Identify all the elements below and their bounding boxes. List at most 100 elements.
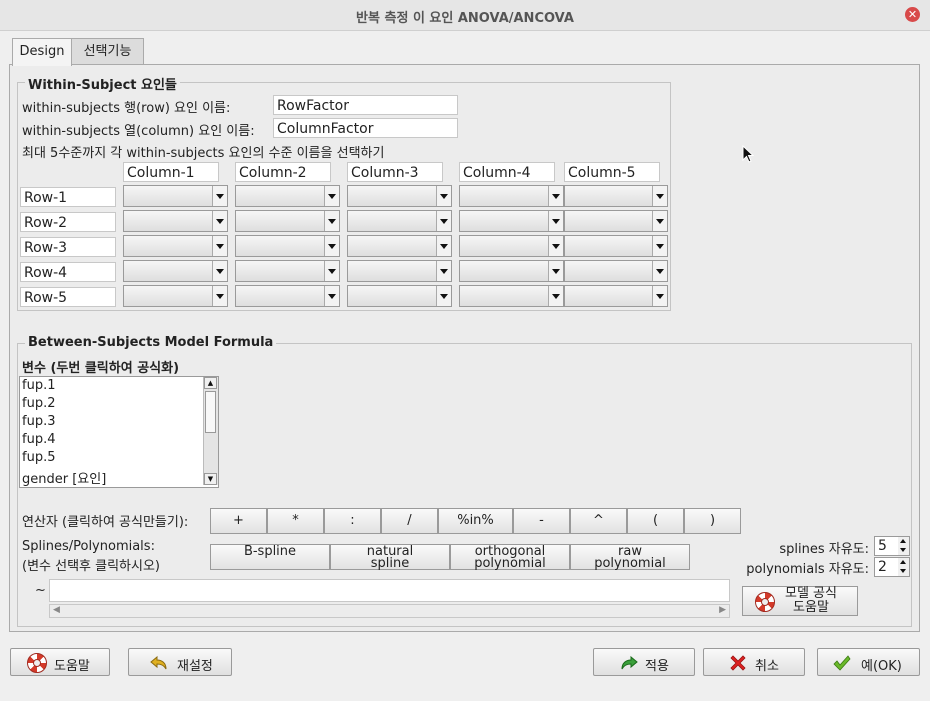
levels-label: 최대 5수준까지 각 within-subjects 요인의 수준 이름을 선택… xyxy=(22,146,385,161)
list-item[interactable]: gender [요인] xyxy=(22,468,106,487)
list-item[interactable]: fup.5 xyxy=(22,450,55,465)
level-combo[interactable] xyxy=(235,285,340,307)
variables-label: 변수 (두번 클릭하여 공식화) xyxy=(22,361,180,376)
list-item[interactable]: fup.2 xyxy=(22,396,55,411)
operator-colon-button[interactable]: : xyxy=(324,508,381,534)
level-combo[interactable] xyxy=(123,235,228,257)
level-combo[interactable] xyxy=(347,235,452,257)
level-combo[interactable] xyxy=(235,185,340,207)
column-factor-input[interactable]: ColumnFactor xyxy=(273,118,458,138)
tab-design[interactable]: Design xyxy=(12,38,72,66)
level-combo[interactable] xyxy=(123,260,228,282)
between-subject-title: Between-Subjects Model Formula xyxy=(25,335,277,350)
close-icon[interactable]: ✕ xyxy=(905,7,920,22)
operator-times-button[interactable]: * xyxy=(267,508,324,534)
level-combo[interactable] xyxy=(459,210,564,232)
raw-polynomial-button[interactable]: raw polynomial xyxy=(570,544,690,570)
level-combo[interactable] xyxy=(459,185,564,207)
splines-df-spinbox[interactable]: 5 xyxy=(874,536,910,556)
row-level-5-input[interactable]: Row-5 xyxy=(20,287,116,307)
operator-slash-button[interactable]: / xyxy=(381,508,438,534)
cancel-button[interactable]: 취소 xyxy=(703,648,805,676)
row-level-3-input[interactable]: Row-3 xyxy=(20,237,116,257)
level-combo[interactable] xyxy=(564,210,668,232)
level-combo[interactable] xyxy=(459,285,564,307)
operator-power-button[interactable]: ^ xyxy=(570,508,627,534)
row-level-4-input[interactable]: Row-4 xyxy=(20,262,116,282)
ok-button[interactable]: 예(OK) xyxy=(817,648,920,676)
chevron-down-icon xyxy=(212,236,227,256)
tab-options[interactable]: 선택기능 xyxy=(71,38,144,65)
row-level-2-input[interactable]: Row-2 xyxy=(20,212,116,232)
b-spline-button[interactable]: B-spline xyxy=(210,544,330,570)
help-button[interactable]: 도움말 xyxy=(10,648,110,676)
level-combo[interactable] xyxy=(564,235,668,257)
operator-lparen-button[interactable]: ( xyxy=(627,508,684,534)
chevron-down-icon xyxy=(436,261,451,281)
apply-button-label: 적용 xyxy=(645,659,669,674)
operator-in-button[interactable]: %in% xyxy=(438,508,513,534)
formula-hscrollbar[interactable]: ◀ ▶ xyxy=(49,604,730,618)
level-combo[interactable] xyxy=(564,260,668,282)
level-combo[interactable] xyxy=(123,210,228,232)
chevron-down-icon xyxy=(436,186,451,206)
column-level-5-input[interactable]: Column-5 xyxy=(564,162,660,182)
spin-down-icon[interactable] xyxy=(898,567,909,576)
b-spline-label: B-spline xyxy=(243,544,297,559)
chevron-down-icon xyxy=(324,286,339,306)
apply-button[interactable]: 적용 xyxy=(593,648,695,676)
level-combo[interactable] xyxy=(459,235,564,257)
reset-button-label: 재설정 xyxy=(177,659,213,674)
raw-polynomial-label-2: polynomial xyxy=(594,556,666,571)
level-combo[interactable] xyxy=(235,210,340,232)
spin-down-icon[interactable] xyxy=(898,546,909,555)
window-title: 반복 측정 이 요인 ANOVA/ANCOVA xyxy=(356,11,574,26)
list-item[interactable]: fup.4 xyxy=(22,432,55,447)
poly-df-spinbox[interactable]: 2 xyxy=(874,557,910,577)
level-combo[interactable] xyxy=(347,185,452,207)
operator-minus-button[interactable]: - xyxy=(513,508,570,534)
level-combo[interactable] xyxy=(235,260,340,282)
scroll-down-icon[interactable]: ▼ xyxy=(204,473,217,485)
chevron-down-icon xyxy=(652,261,667,281)
scrollbar-thumb[interactable] xyxy=(205,391,216,433)
level-combo[interactable] xyxy=(347,210,452,232)
ok-button-label: 예(OK) xyxy=(861,659,902,674)
level-combo[interactable] xyxy=(347,260,452,282)
column-level-2-input[interactable]: Column-2 xyxy=(235,162,331,182)
formula-input[interactable] xyxy=(49,579,730,602)
formula-help-button[interactable]: 모델 공식 도움말 xyxy=(742,586,858,616)
column-level-1-input[interactable]: Column-1 xyxy=(123,162,219,182)
poly-df-label: polynomials 자유도: xyxy=(746,562,869,577)
chevron-down-icon xyxy=(436,211,451,231)
level-combo[interactable] xyxy=(564,285,668,307)
chevron-down-icon xyxy=(324,236,339,256)
splines-label: Splines/Polynomials: xyxy=(22,539,155,554)
scroll-up-icon[interactable]: ▲ xyxy=(204,377,217,389)
chevron-down-icon xyxy=(548,236,563,256)
scroll-right-icon[interactable]: ▶ xyxy=(719,605,726,615)
operator-plus-button[interactable]: + xyxy=(210,508,267,534)
row-level-1-input[interactable]: Row-1 xyxy=(20,187,116,207)
list-item[interactable]: fup.1 xyxy=(22,378,55,393)
natural-spline-button[interactable]: natural spline xyxy=(330,544,450,570)
row-factor-input[interactable]: RowFactor xyxy=(273,95,458,115)
level-combo[interactable] xyxy=(347,285,452,307)
spin-up-icon[interactable] xyxy=(898,558,909,567)
level-combo[interactable] xyxy=(123,285,228,307)
level-combo[interactable] xyxy=(235,235,340,257)
scroll-left-icon[interactable]: ◀ xyxy=(53,605,60,615)
level-combo[interactable] xyxy=(564,185,668,207)
orthogonal-polynomial-button[interactable]: orthogonal polynomial xyxy=(450,544,570,570)
column-level-4-input[interactable]: Column-4 xyxy=(459,162,555,182)
level-combo[interactable] xyxy=(459,260,564,282)
reset-button[interactable]: 재설정 xyxy=(128,648,232,676)
operator-rparen-button[interactable]: ) xyxy=(684,508,741,534)
column-level-3-input[interactable]: Column-3 xyxy=(347,162,443,182)
list-item[interactable]: fup.3 xyxy=(22,414,55,429)
chevron-down-icon xyxy=(212,186,227,206)
spin-up-icon[interactable] xyxy=(898,537,909,546)
variables-list[interactable]: fup.1 fup.2 fup.3 fup.4 fup.5 gender [요인… xyxy=(19,376,219,488)
variables-scrollbar[interactable]: ▲ ▼ xyxy=(203,377,218,485)
level-combo[interactable] xyxy=(123,185,228,207)
